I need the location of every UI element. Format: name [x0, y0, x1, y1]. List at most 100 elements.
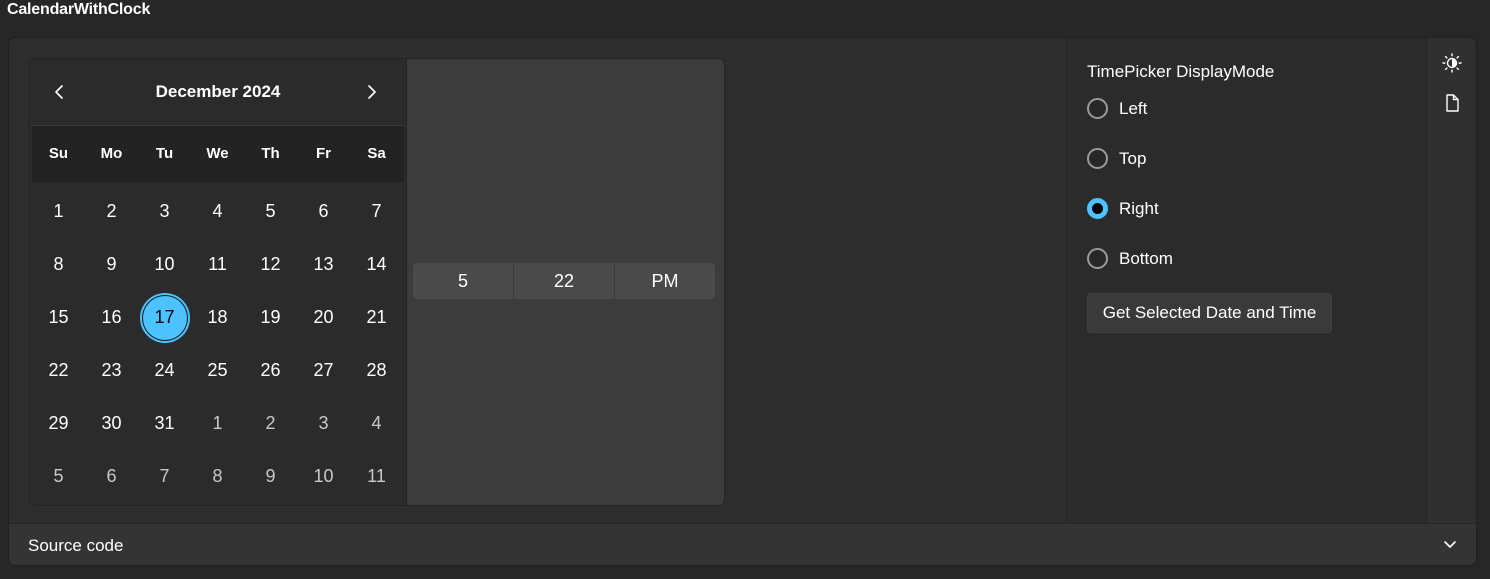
calendar-day[interactable]: 9 — [244, 450, 297, 503]
calendar-day[interactable]: 10 — [297, 450, 350, 503]
calendar-days-grid: 1 2 3 4 5 6 7 8 9 10 11 12 13 14 15 16 17 18 19 20 21 22 23 24 2… — [32, 185, 404, 503]
calendar-day-label: 23 — [101, 360, 122, 380]
theme-toggle-icon[interactable] — [1442, 53, 1462, 73]
calendar-day[interactable]: 27 — [297, 344, 350, 397]
calendar-day[interactable]: 31 — [138, 397, 191, 450]
radio-circle[interactable] — [1087, 148, 1108, 169]
source-code-expander[interactable]: Source code — [9, 523, 1476, 565]
calendar-day[interactable]: 24 — [138, 344, 191, 397]
calendar-day-label: 9 — [265, 466, 276, 486]
calendar-day-selected[interactable]: 17 — [138, 291, 191, 344]
calendar-day[interactable]: 1 — [191, 397, 244, 450]
calendar-day-label: 5 — [53, 466, 64, 486]
weekday-label: Sa — [367, 145, 386, 162]
radio-circle[interactable] — [1087, 98, 1108, 119]
next-month-button[interactable] — [359, 79, 385, 105]
radio-label: Left — [1119, 98, 1148, 118]
calendar-day[interactable]: 10 — [138, 238, 191, 291]
calendar-day[interactable]: 13 — [297, 238, 350, 291]
radio-option-top[interactable]: Top — [1087, 148, 1146, 169]
minute-selector[interactable]: 22 — [513, 263, 614, 299]
calendar-day[interactable]: 3 — [297, 397, 350, 450]
calendar-day-label: 7 — [159, 466, 170, 486]
radio-circle[interactable] — [1087, 198, 1108, 219]
chevron-right-icon — [368, 85, 376, 99]
calendar-day[interactable]: 11 — [350, 450, 403, 503]
calendar-day[interactable]: 19 — [244, 291, 297, 344]
radio-option-right[interactable]: Right — [1087, 198, 1159, 219]
page-title: CalendarWithClock — [7, 1, 151, 18]
calendar-day[interactable]: 22 — [32, 344, 85, 397]
calendar-day[interactable]: 2 — [85, 185, 138, 238]
calendar-day-label: 3 — [318, 413, 329, 433]
calendar-day[interactable]: 5 — [244, 185, 297, 238]
weekday-label: Mo — [100, 145, 123, 162]
calendar-view: December 2024 Su Mo Tu We Th Fr Sa 12345… — [30, 59, 407, 505]
options-panel: TimePicker DisplayMode Left Top Right Botto… — [1066, 38, 1426, 523]
calendar-day[interactable]: 28 — [350, 344, 403, 397]
calendar-day-label: 8 — [212, 466, 223, 486]
calendar-day[interactable]: 14 — [350, 238, 403, 291]
calendar-day[interactable]: 18 — [191, 291, 244, 344]
calendar-day[interactable]: 21 — [350, 291, 403, 344]
calendar-day[interactable]: 26 — [244, 344, 297, 397]
calendar-header: December 2024 — [30, 59, 406, 126]
weekday-label: We — [206, 145, 229, 162]
calendar-day[interactable]: 1 — [32, 185, 85, 238]
calendar-day[interactable]: 3 — [138, 185, 191, 238]
calendar-day[interactable]: 8 — [32, 238, 85, 291]
calendar-day[interactable]: 11 — [191, 238, 244, 291]
calendar-day[interactable]: 9 — [85, 238, 138, 291]
calendar-day-label: 18 — [207, 307, 228, 327]
calendar-day[interactable]: 4 — [191, 185, 244, 238]
calendar-day-label: 6 — [318, 201, 329, 221]
time-picker: 5 22 PM — [413, 263, 715, 299]
calendar-day[interactable]: 12 — [244, 238, 297, 291]
calendar-day-label: 2 — [265, 413, 276, 433]
calendar-day-label: 13 — [313, 254, 334, 274]
calendar-day[interactable]: 16 — [85, 291, 138, 344]
options-title: TimePicker DisplayMode — [1087, 62, 1275, 81]
calendar-day-label: 22 — [48, 360, 69, 380]
calendar-day[interactable]: 4 — [350, 397, 403, 450]
calendar-day[interactable]: 25 — [191, 344, 244, 397]
calendar-day-label: 5 — [265, 201, 276, 221]
radio-label: Right — [1119, 198, 1159, 218]
weekday-label: Tu — [155, 145, 174, 162]
month-title-button[interactable]: December 2024 — [30, 82, 406, 102]
calendar-day-label: 27 — [313, 360, 334, 380]
calendar-with-clock: December 2024 Su Mo Tu We Th Fr Sa 12345… — [29, 58, 725, 506]
calendar-day-label: 2 — [106, 201, 117, 221]
source-code-label: Source code — [28, 536, 124, 555]
calendar-day[interactable]: 15 — [32, 291, 85, 344]
calendar-day[interactable]: 6 — [85, 450, 138, 503]
calendar-day[interactable]: 5 — [32, 450, 85, 503]
calendar-day[interactable]: 23 — [85, 344, 138, 397]
hour-selector[interactable]: 5 — [413, 263, 513, 299]
period-selector[interactable]: PM — [614, 263, 715, 299]
calendar-day-label: 14 — [366, 254, 387, 274]
document-icon[interactable] — [1442, 93, 1462, 113]
calendar-day-label: 28 — [366, 360, 387, 380]
calendar-day[interactable]: 2 — [244, 397, 297, 450]
radio-option-bottom[interactable]: Bottom — [1087, 248, 1173, 269]
radio-circle[interactable] — [1087, 248, 1108, 269]
calendar-day-label: 11 — [367, 466, 386, 486]
calendar-day[interactable]: 7 — [350, 185, 403, 238]
calendar-day-label: 1 — [212, 413, 223, 433]
calendar-day[interactable]: 7 — [138, 450, 191, 503]
radio-option-left[interactable]: Left — [1087, 98, 1147, 119]
chevron-down-icon[interactable] — [1442, 536, 1458, 552]
radio-label: Bottom — [1119, 248, 1173, 268]
calendar-day-label: 6 — [106, 466, 117, 486]
calendar-day-label: 8 — [53, 254, 64, 274]
calendar-day-label: 16 — [101, 307, 122, 327]
calendar-day[interactable]: 8 — [191, 450, 244, 503]
weekday-label: Fr — [316, 145, 331, 162]
calendar-day[interactable]: 20 — [297, 291, 350, 344]
calendar-day[interactable]: 30 — [85, 397, 138, 450]
calendar-day-label: 7 — [371, 201, 382, 221]
calendar-day[interactable]: 6 — [297, 185, 350, 238]
get-selected-date-time-button[interactable]: Get Selected Date and Time — [1087, 293, 1332, 333]
calendar-day[interactable]: 29 — [32, 397, 85, 450]
